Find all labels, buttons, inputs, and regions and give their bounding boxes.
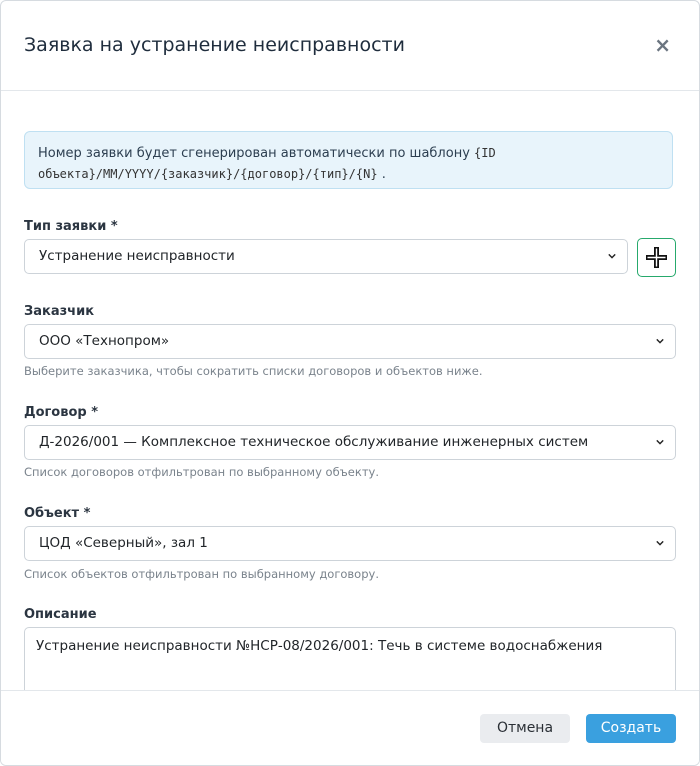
plus-icon [646, 247, 667, 268]
type-select[interactable]: Устранение неисправности [24, 239, 628, 274]
template-code-rest: объекта}/MM/YYYY/{заказчик}/{договор}/{т… [38, 167, 378, 181]
customer-select[interactable]: ООО «Технопром» [24, 324, 676, 359]
object-label: Объект * [24, 506, 91, 521]
customer-help: Выберите заказчика, чтобы сократить спис… [24, 364, 483, 378]
dialog-header: Заявка на устранение неисправности × [1, 1, 699, 91]
type-label: Тип заявки * [24, 219, 118, 234]
contract-select[interactable]: Д-2026/001 — Комплексное техническое обс… [24, 425, 676, 460]
object-select[interactable]: ЦОД «Северный», зал 1 [24, 526, 676, 561]
customer-label: Заказчик [24, 304, 95, 319]
info-suffix: . [381, 167, 386, 182]
chevron-down-icon [656, 439, 664, 445]
chevron-down-icon [656, 540, 664, 546]
contract-help: Список договоров отфильтрован по выбранн… [24, 465, 379, 479]
info-alert: Номер заявки будет сгенерирован автомати… [24, 131, 673, 189]
add-type-button[interactable] [637, 238, 676, 277]
template-code-start: {ID [474, 146, 496, 160]
type-select-value: Устранение неисправности [39, 248, 235, 264]
dialog-title: Заявка на устранение неисправности [24, 34, 405, 56]
description-label: Описание [24, 607, 97, 622]
dialog-footer: Отмена Создать [1, 690, 699, 765]
cancel-button[interactable]: Отмена [480, 714, 570, 743]
chevron-down-icon [608, 253, 616, 259]
chevron-down-icon [656, 338, 664, 344]
close-icon[interactable]: × [654, 33, 671, 57]
request-dialog: Заявка на устранение неисправности × Ном… [0, 0, 700, 766]
contract-label: Договор * [24, 405, 99, 420]
object-help: Список объектов отфильтрован по выбранно… [24, 567, 379, 581]
customer-select-value: ООО «Технопром» [39, 333, 170, 349]
contract-select-value: Д-2026/001 — Комплексное техническое обс… [39, 434, 589, 450]
create-button[interactable]: Создать [586, 714, 676, 743]
object-select-value: ЦОД «Северный», зал 1 [39, 535, 208, 551]
info-text: Номер заявки будет сгенерирован автомати… [38, 146, 470, 161]
